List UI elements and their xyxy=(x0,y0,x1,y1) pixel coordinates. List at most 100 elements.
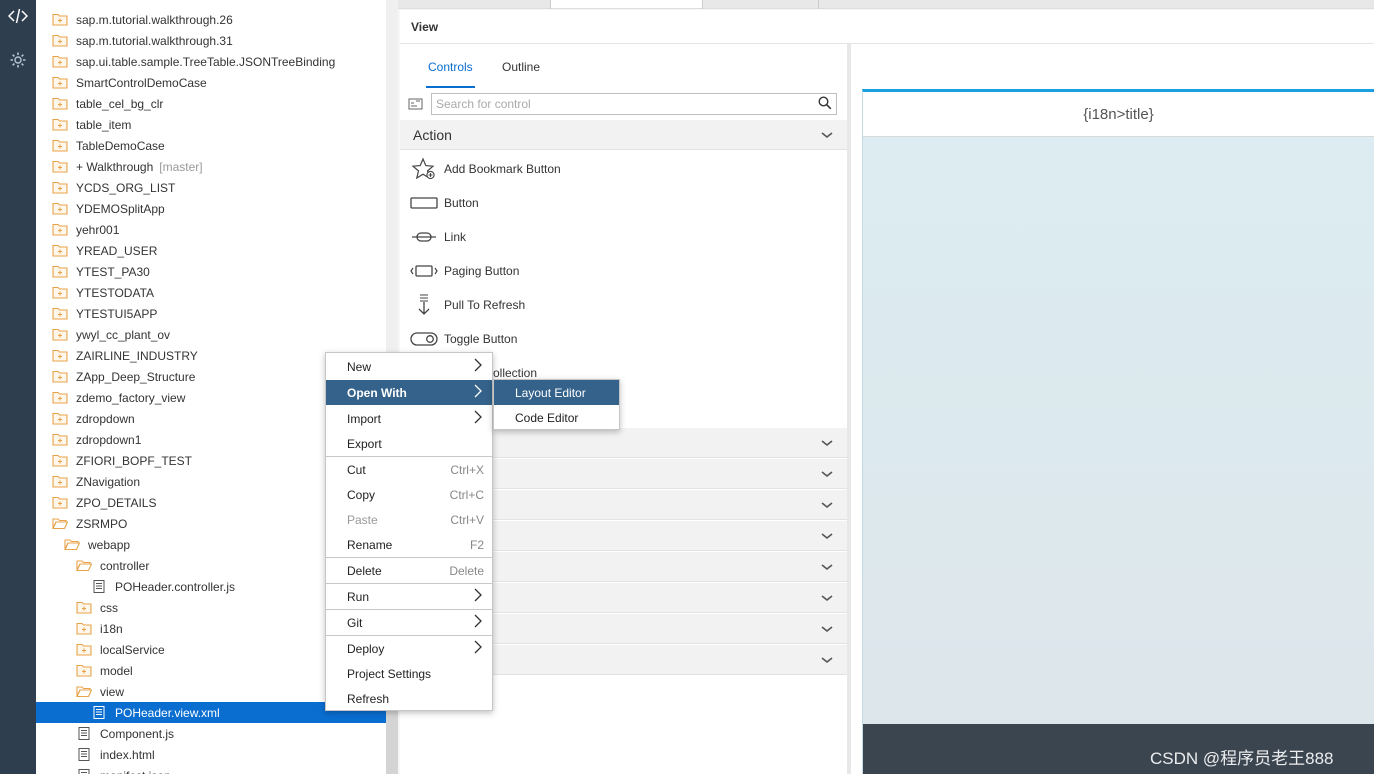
toggle-button-icon xyxy=(410,326,438,352)
tree-item[interactable]: YREAD_USER xyxy=(36,240,386,261)
tree-item-label: POHeader.controller.js xyxy=(115,579,236,594)
tree-item[interactable]: TableDemoCase xyxy=(36,135,386,156)
folder-closed-icon xyxy=(52,433,68,446)
tree-item-label: ZApp_Deep_Structure xyxy=(76,369,196,384)
view-preview[interactable]: {i18n>title} xyxy=(862,89,1374,774)
chevron-down-icon[interactable] xyxy=(821,497,833,512)
folder-closed-icon xyxy=(52,223,68,236)
tree-item[interactable]: YTESTODATA xyxy=(36,282,386,303)
tree-item-label: zdropdown xyxy=(76,411,135,426)
folder-closed-icon xyxy=(52,244,68,257)
folder-closed-icon xyxy=(52,202,68,215)
menu-item-label: Deploy xyxy=(347,641,385,656)
menu-item-run[interactable]: Run xyxy=(326,584,492,609)
menu-item-import[interactable]: Import xyxy=(326,406,492,431)
tree-item[interactable]: YTEST_PA30 xyxy=(36,261,386,282)
tree-item[interactable]: + Walkthrough [master] xyxy=(36,156,386,177)
tree-item-label: localService xyxy=(100,642,165,657)
tree-item[interactable]: sap.m.tutorial.walkthrough.31 xyxy=(36,30,386,51)
submenu-item-code-editor[interactable]: Code Editor xyxy=(494,405,619,430)
control-toggle-button[interactable]: Toggle Button xyxy=(400,322,847,356)
tab-outline[interactable]: Outline xyxy=(502,60,540,86)
folder-closed-icon xyxy=(52,76,68,89)
tree-item[interactable]: manifest.json xyxy=(36,765,386,774)
menu-item-export[interactable]: Export xyxy=(326,431,492,456)
control-pull-to-refresh[interactable]: Pull To Refresh xyxy=(400,288,847,322)
menu-item-copy[interactable]: Copy Ctrl+C xyxy=(326,482,492,507)
git-branch-tag: [master] xyxy=(159,159,203,174)
control-label: Link xyxy=(444,230,467,244)
tree-item-label: ZPO_DETAILS xyxy=(76,495,157,510)
pull-to-refresh-icon xyxy=(410,292,438,318)
tree-item[interactable]: sap.ui.table.sample.TreeTable.JSONTreeBi… xyxy=(36,51,386,72)
folder-closed-icon xyxy=(52,412,68,425)
editor-tab-divider xyxy=(702,0,703,9)
chevron-down-icon[interactable] xyxy=(821,127,833,142)
menu-item-project-settings[interactable]: Project Settings xyxy=(326,661,492,686)
menu-separator xyxy=(326,456,492,457)
chevron-down-icon[interactable] xyxy=(821,590,833,605)
filter-icon[interactable] xyxy=(408,97,424,114)
tree-item[interactable]: YDEMOSplitApp xyxy=(36,198,386,219)
menu-item-rename[interactable]: Rename F2 xyxy=(326,532,492,557)
tree-item-label: ZAIRLINE_INDUSTRY xyxy=(76,348,198,363)
tree-item[interactable]: YTESTUI5APP xyxy=(36,303,386,324)
submenu-item-layout-editor[interactable]: Layout Editor xyxy=(494,380,619,405)
tree-item[interactable]: table_cel_bg_clr xyxy=(36,93,386,114)
tree-item[interactable]: YCDS_ORG_LIST xyxy=(36,177,386,198)
gear-icon[interactable] xyxy=(0,45,36,75)
menu-item-open-with[interactable]: Open With xyxy=(326,380,492,405)
menu-item-git[interactable]: Git xyxy=(326,610,492,635)
code-icon[interactable] xyxy=(0,1,36,31)
file-icon xyxy=(91,580,107,593)
tree-item[interactable]: sap.m.tutorial.walkthrough.26 xyxy=(36,9,386,30)
preview-page-title[interactable]: {i18n>title} xyxy=(863,92,1374,137)
file-icon xyxy=(76,748,92,761)
link-icon xyxy=(410,224,438,250)
control-link[interactable]: Link xyxy=(400,220,847,254)
tab-controls[interactable]: Controls xyxy=(426,60,475,88)
menu-item-deploy[interactable]: Deploy xyxy=(326,636,492,661)
folder-closed-icon xyxy=(52,97,68,110)
search-icon[interactable] xyxy=(818,96,832,113)
chevron-down-icon[interactable] xyxy=(821,466,833,481)
section-action[interactable]: Action xyxy=(400,120,847,150)
menu-item-paste[interactable]: Paste Ctrl+V xyxy=(326,507,492,532)
menu-item-refresh[interactable]: Refresh xyxy=(326,686,492,711)
tree-item[interactable]: index.html xyxy=(36,744,386,765)
tree-item-label: view xyxy=(100,684,125,699)
file-icon xyxy=(76,727,92,740)
folder-closed-icon xyxy=(52,181,68,194)
control-add-bookmark-button[interactable]: Add Bookmark Button xyxy=(400,152,847,186)
chevron-down-icon[interactable] xyxy=(821,528,833,543)
menu-item-cut[interactable]: Cut Ctrl+X xyxy=(326,457,492,482)
paging-button-icon xyxy=(410,258,438,284)
control-button[interactable]: Button xyxy=(400,186,847,220)
tree-item[interactable]: table_item xyxy=(36,114,386,135)
menu-item-delete[interactable]: Delete Delete xyxy=(326,558,492,583)
menu-item-new[interactable]: New xyxy=(326,354,492,379)
chevron-down-icon[interactable] xyxy=(821,621,833,636)
control-label: Pull To Refresh xyxy=(444,298,526,312)
button-icon xyxy=(410,190,438,216)
control-label: Add Bookmark Button xyxy=(444,162,561,176)
chevron-down-icon[interactable] xyxy=(821,652,833,667)
tree-item-label: zdropdown1 xyxy=(76,432,142,447)
tree-item[interactable]: ywyl_cc_plant_ov xyxy=(36,324,386,345)
menu-item-label: Rename xyxy=(347,537,393,552)
search-input[interactable] xyxy=(431,93,837,115)
menu-item-label: Layout Editor xyxy=(515,385,586,400)
tree-item-label: webapp xyxy=(88,537,131,552)
tree-item[interactable]: SmartControlDemoCase xyxy=(36,72,386,93)
chevron-down-icon[interactable] xyxy=(821,559,833,574)
control-paging-button[interactable]: Paging Button xyxy=(400,254,847,288)
folder-open-icon xyxy=(76,685,92,698)
folder-closed-icon xyxy=(52,328,68,341)
scrollbar-thumb[interactable] xyxy=(386,700,398,774)
tree-item[interactable]: yehr001 xyxy=(36,219,386,240)
tree-item-label: i18n xyxy=(100,621,123,636)
chevron-down-icon[interactable] xyxy=(821,435,833,450)
folder-closed-icon xyxy=(76,643,92,656)
editor-tab-active[interactable] xyxy=(550,0,702,8)
tree-item[interactable]: Component.js xyxy=(36,723,386,744)
